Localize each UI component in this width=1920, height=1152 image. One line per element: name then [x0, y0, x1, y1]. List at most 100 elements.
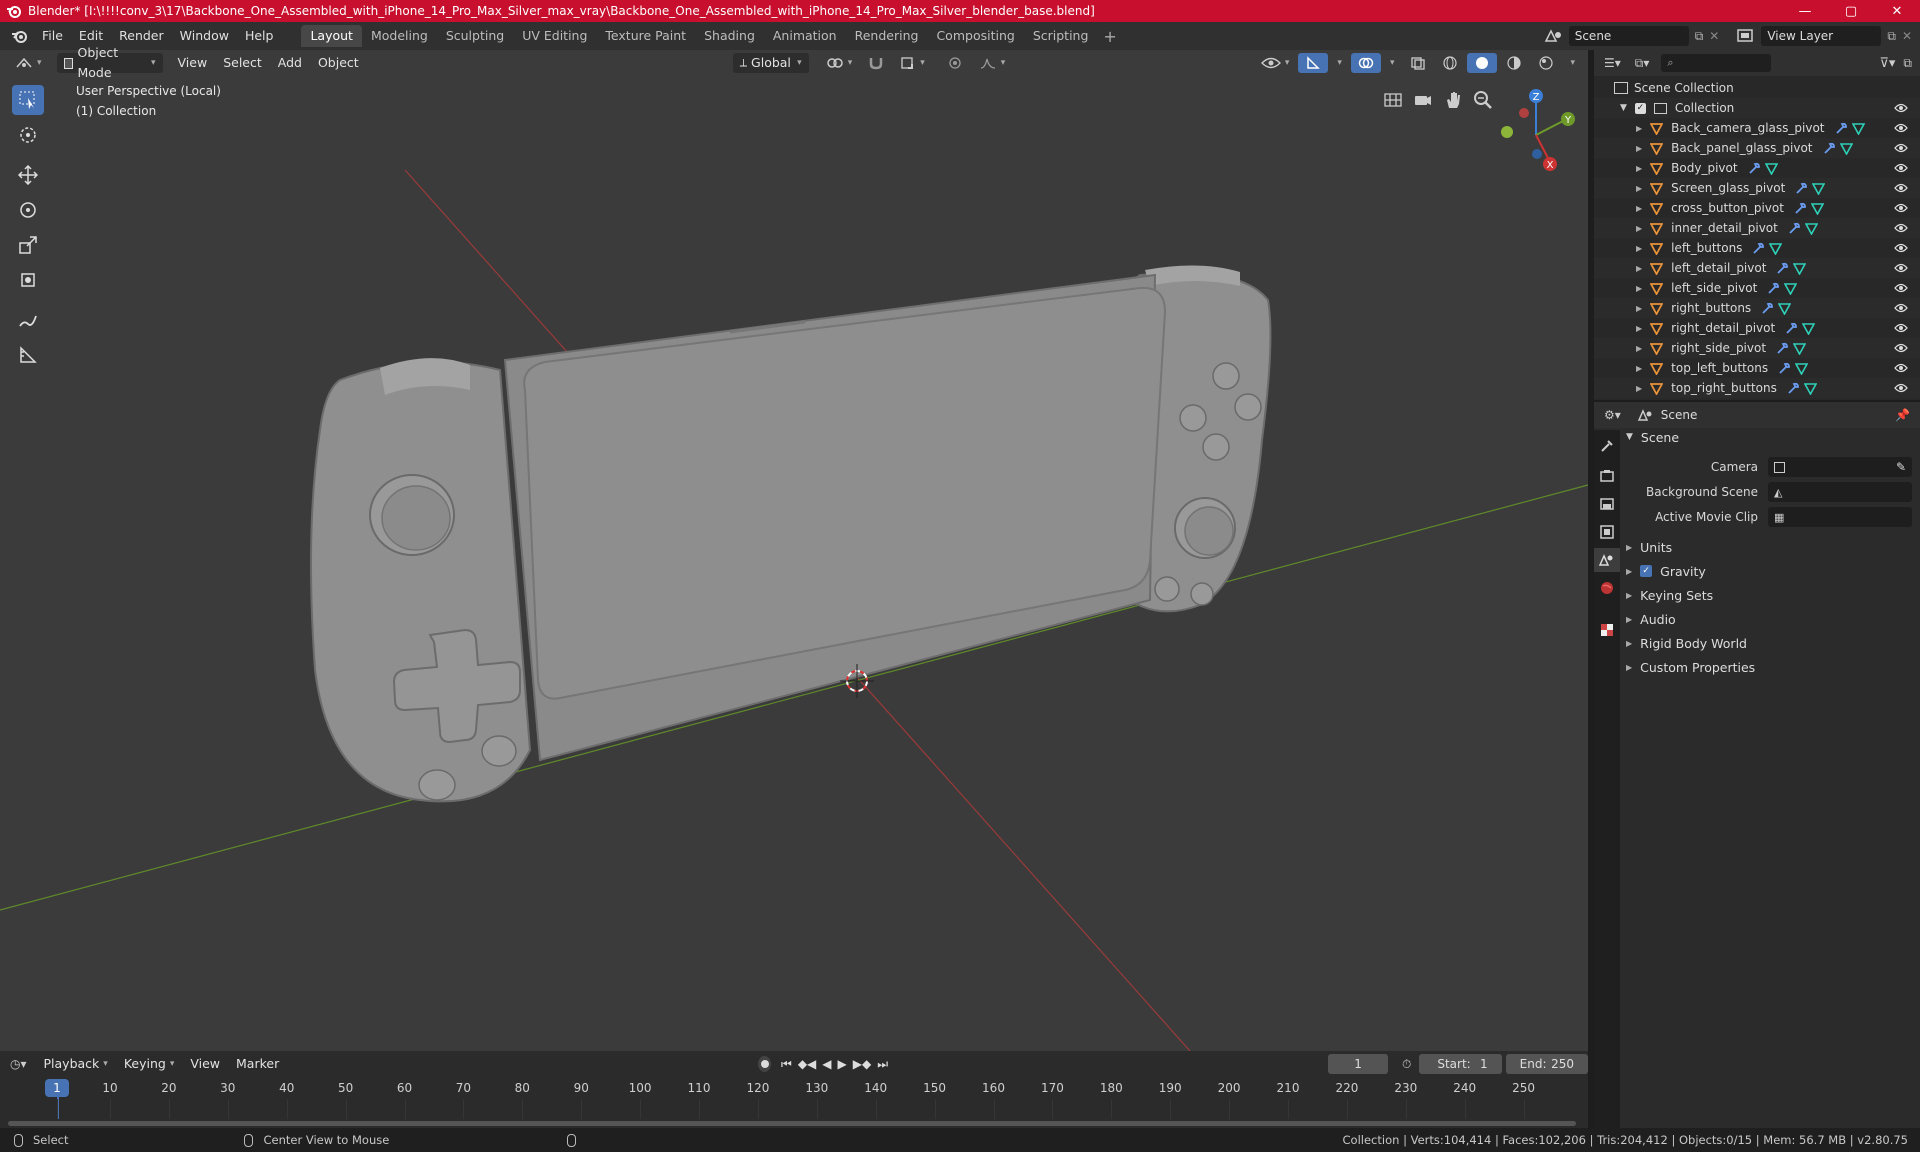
modifier-wrench-icon[interactable]: [1748, 162, 1761, 175]
end-frame-field[interactable]: End: 250: [1505, 1054, 1588, 1074]
background-scene-field[interactable]: ◭: [1768, 482, 1912, 502]
mesh-data-icon[interactable]: [1793, 262, 1807, 275]
xray-toggle-button[interactable]: [1403, 53, 1433, 73]
3d-viewport[interactable]: Z Y X User Perspective (Local) (1) Colle…: [0, 50, 1588, 1051]
outliner-item[interactable]: ▶ inner_detail_pivot: [1594, 218, 1920, 238]
marker-menu[interactable]: Marker: [229, 1054, 286, 1074]
jump-end-icon[interactable]: ⏭: [877, 1057, 888, 1072]
workspace-tab-sculpting[interactable]: Sculpting: [437, 25, 513, 47]
modifier-wrench-icon[interactable]: [1794, 202, 1807, 215]
outliner-search-input[interactable]: ⌕: [1661, 54, 1772, 72]
workspace-tab-rendering[interactable]: Rendering: [846, 25, 928, 47]
expand-arrow-icon[interactable]: ▶: [1636, 384, 1642, 393]
scene-icon[interactable]: [1543, 27, 1565, 45]
mesh-data-icon[interactable]: [1804, 222, 1818, 235]
display-mode-icon[interactable]: ⧉▾: [1635, 56, 1650, 71]
property-section-custom-properties[interactable]: ▶ Custom Properties: [1622, 656, 1914, 678]
visibility-eye-icon[interactable]: [1894, 363, 1908, 373]
timeline-scrollbar[interactable]: [8, 1121, 1576, 1126]
property-section-gravity[interactable]: ▶ ✓ Gravity: [1622, 560, 1914, 582]
visibility-eye-icon[interactable]: [1894, 323, 1908, 333]
modifier-wrench-icon[interactable]: [1776, 262, 1789, 275]
gizmo-toggle-button[interactable]: [1298, 53, 1329, 73]
visibility-eye-icon[interactable]: [1894, 303, 1908, 313]
start-frame-field[interactable]: Start: 1: [1419, 1054, 1502, 1074]
properties-editor-icon[interactable]: ⚙▾: [1604, 408, 1621, 422]
visibility-eye-icon[interactable]: [1894, 383, 1908, 393]
shading-material-button[interactable]: [1499, 53, 1529, 73]
outliner-item[interactable]: ▶ left_buttons: [1594, 238, 1920, 258]
expand-arrow-icon[interactable]: ▶: [1636, 244, 1642, 253]
menu-window[interactable]: Window: [172, 25, 237, 47]
expand-arrow-icon[interactable]: ▶: [1636, 264, 1642, 273]
property-section-audio[interactable]: ▶ Audio: [1622, 608, 1914, 630]
navigation-gizmo[interactable]: Z Y X: [1501, 89, 1575, 171]
mesh-data-icon[interactable]: [1839, 142, 1853, 155]
workspace-tab-texture-paint[interactable]: Texture Paint: [596, 25, 695, 47]
visibility-button[interactable]: ▾: [1254, 53, 1297, 73]
view-layer-icon[interactable]: [1735, 27, 1757, 45]
menu-file[interactable]: File: [34, 25, 71, 47]
measure-tool[interactable]: [12, 340, 44, 370]
proportional-edit-button[interactable]: [940, 53, 970, 73]
collection-row[interactable]: ▼ ✓ Collection: [1594, 98, 1920, 118]
view-layer-selector[interactable]: View Layer: [1761, 26, 1882, 46]
pivot-point-button[interactable]: ▾: [819, 53, 860, 73]
visibility-eye-icon[interactable]: [1894, 123, 1908, 133]
new-collection-icon[interactable]: ⧉: [1903, 56, 1912, 71]
visibility-eye-icon[interactable]: [1894, 103, 1908, 113]
workspace-tab-uv-editing[interactable]: UV Editing: [513, 25, 596, 47]
scene-tab[interactable]: [1594, 548, 1620, 572]
workspace-tab-shading[interactable]: Shading: [695, 25, 764, 47]
toggle-perspective-icon[interactable]: [1383, 90, 1403, 110]
mesh-data-icon[interactable]: [1793, 342, 1807, 355]
outliner-item[interactable]: ▶ Body_pivot: [1594, 158, 1920, 178]
timeline-view-menu[interactable]: View: [183, 1054, 227, 1074]
modifier-wrench-icon[interactable]: [1787, 382, 1800, 395]
workspace-tab-modeling[interactable]: Modeling: [362, 25, 437, 47]
playhead[interactable]: 1: [45, 1079, 69, 1097]
menu-help[interactable]: Help: [237, 25, 282, 47]
output-tab-icon[interactable]: [1599, 496, 1615, 512]
expand-arrow-icon[interactable]: ▶: [1636, 344, 1642, 353]
play-reverse-icon[interactable]: ◀: [822, 1057, 831, 1071]
workspace-tab-compositing[interactable]: Compositing: [927, 25, 1023, 47]
rotate-tool[interactable]: [12, 195, 44, 225]
mesh-data-icon[interactable]: [1764, 162, 1778, 175]
gravity-checkbox[interactable]: ✓: [1640, 565, 1653, 577]
filter-icon[interactable]: ⊽▾: [1879, 56, 1895, 71]
visibility-eye-icon[interactable]: [1894, 183, 1908, 193]
modifier-wrench-icon[interactable]: [1835, 122, 1848, 135]
world-tab-icon[interactable]: [1599, 580, 1615, 596]
modifier-wrench-icon[interactable]: [1761, 302, 1774, 315]
playback-menu[interactable]: Playback ▾: [37, 1054, 115, 1074]
collapse-arrow-icon[interactable]: ▼: [1620, 103, 1627, 113]
mesh-data-icon[interactable]: [1810, 202, 1824, 215]
workspace-tab-animation[interactable]: Animation: [764, 25, 846, 47]
current-frame-field[interactable]: 1: [1328, 1054, 1388, 1074]
object-menu[interactable]: Object: [311, 53, 366, 73]
visibility-eye-icon[interactable]: [1894, 223, 1908, 233]
remove-scene-icon[interactable]: ✕: [1709, 29, 1719, 43]
expand-arrow-icon[interactable]: ▶: [1636, 224, 1642, 233]
transform-tool[interactable]: [12, 265, 44, 295]
collection-checkbox[interactable]: ✓: [1634, 102, 1646, 114]
scene-panel-header[interactable]: ▼ Scene: [1622, 426, 1914, 448]
blender-menu-icon[interactable]: [4, 26, 34, 46]
mode-dropdown[interactable]: Object Mode ▾: [56, 45, 163, 80]
controller-model[interactable]: [310, 265, 1272, 803]
gizmo-dropdown[interactable]: ▾: [1330, 53, 1349, 73]
stopwatch-icon[interactable]: ⏱: [1402, 1057, 1411, 1072]
new-view-layer-icon[interactable]: ⧉: [1887, 29, 1896, 44]
mesh-data-icon[interactable]: [1803, 382, 1817, 395]
outliner-item[interactable]: ▶ Back_panel_glass_pivot: [1594, 138, 1920, 158]
visibility-eye-icon[interactable]: [1894, 203, 1908, 213]
expand-arrow-icon[interactable]: ▶: [1636, 144, 1642, 153]
scene-collection-row[interactable]: Scene Collection: [1594, 78, 1920, 98]
mesh-data-icon[interactable]: [1778, 302, 1792, 315]
play-icon[interactable]: ▶: [838, 1057, 847, 1071]
property-section-keying-sets[interactable]: ▶ Keying Sets: [1622, 584, 1914, 606]
visibility-eye-icon[interactable]: [1894, 243, 1908, 253]
next-keyframe-icon[interactable]: ▶◆: [853, 1057, 871, 1071]
mesh-data-icon[interactable]: [1769, 242, 1783, 255]
